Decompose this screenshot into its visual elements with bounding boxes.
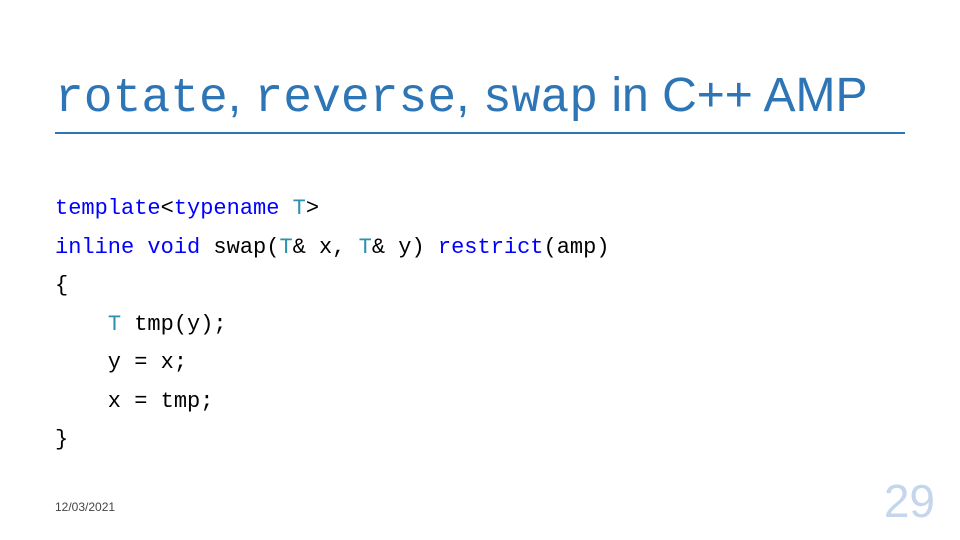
- tok: swap(: [200, 235, 279, 260]
- code-line-4: T tmp(y);: [55, 312, 227, 337]
- code-line-6: x = tmp;: [55, 389, 213, 414]
- title-sep2: ,: [456, 69, 483, 122]
- kw-inline: inline: [55, 235, 134, 260]
- tok: [55, 312, 108, 337]
- code-line-3: {: [55, 273, 68, 298]
- tok: (amp): [544, 235, 610, 260]
- type-T: T: [359, 235, 372, 260]
- slide-title: rotate, reverse, swap in C++ AMP: [55, 70, 905, 134]
- slide: rotate, reverse, swap in C++ AMP templat…: [0, 0, 960, 540]
- date-stamp: 12/03/2021: [55, 500, 115, 514]
- type-T: T: [293, 196, 306, 221]
- kw-void: void: [147, 235, 200, 260]
- code-line-2: inline void swap(T& x, T& y) restrict(am…: [55, 235, 610, 260]
- tok: >: [306, 196, 319, 221]
- type-T: T: [279, 235, 292, 260]
- code-line-7: }: [55, 427, 68, 452]
- code-line-1: template<typename T>: [55, 196, 319, 221]
- code-block: template<typename T> inline void swap(T&…: [55, 190, 610, 460]
- tok: [279, 196, 292, 221]
- title-sep1: ,: [228, 69, 255, 122]
- tok: tmp(y);: [121, 312, 227, 337]
- kw-restrict: restrict: [438, 235, 544, 260]
- code-line-5: y = x;: [55, 350, 187, 375]
- kw-typename: typename: [174, 196, 280, 221]
- title-fn-rotate: rotate: [55, 72, 228, 126]
- page-number: 29: [884, 474, 935, 528]
- tok: & y): [372, 235, 438, 260]
- kw-template: template: [55, 196, 161, 221]
- title-tail: in C++ AMP: [598, 69, 867, 122]
- tok: [134, 235, 147, 260]
- title-fn-reverse: reverse: [255, 72, 457, 126]
- tok: <: [161, 196, 174, 221]
- tok: & x,: [293, 235, 359, 260]
- type-T: T: [108, 312, 121, 337]
- title-fn-swap: swap: [483, 72, 598, 126]
